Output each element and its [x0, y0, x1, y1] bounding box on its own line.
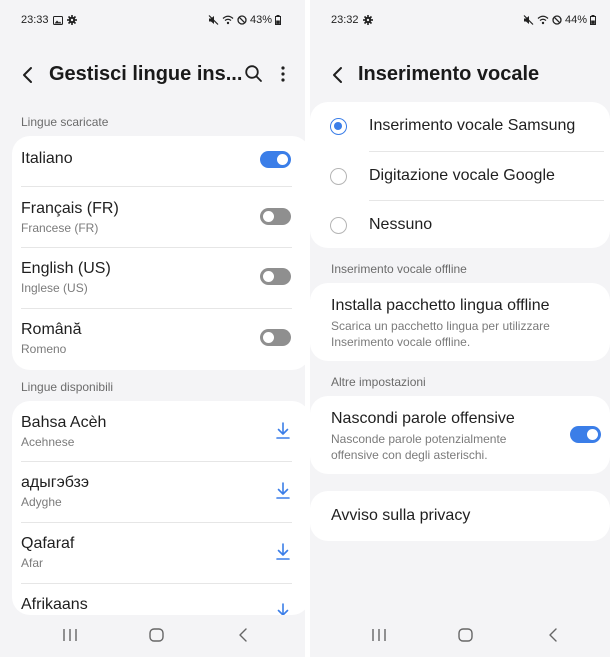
app-header: Inserimento vocale: [310, 55, 610, 95]
wifi-icon: [222, 15, 234, 25]
language-subtitle: Acehnese: [21, 435, 75, 449]
option-label: Digitazione vocale Google: [369, 167, 555, 184]
nav-back-icon[interactable]: [238, 628, 248, 647]
radio-button[interactable]: [330, 118, 347, 135]
page-title: Inserimento vocale: [358, 63, 540, 85]
language-name: Română: [21, 321, 82, 338]
more-options-icon[interactable]: [278, 64, 288, 89]
downloaded-languages-card: Italiano Français (FR) Francese (FR) Eng…: [12, 136, 305, 370]
language-toggle[interactable]: [260, 268, 291, 285]
status-time: 23:32: [331, 14, 359, 26]
section-other-settings: Altre impostazioni: [331, 375, 426, 389]
language-row-adyghe[interactable]: адыгэбзэ Adyghe: [12, 462, 305, 522]
gear-icon: [362, 15, 373, 25]
language-row-english[interactable]: English (US) Inglese (US): [12, 248, 305, 308]
recent-apps-icon[interactable]: [371, 628, 387, 647]
language-name: адыгэбзэ: [21, 474, 90, 491]
do-not-disturb-icon: [552, 15, 562, 25]
download-icon[interactable]: [276, 422, 290, 440]
back-arrow-icon[interactable]: [328, 64, 348, 86]
gallery-icon: [52, 15, 63, 25]
option-samsung-voice[interactable]: Inserimento vocale Samsung: [310, 102, 610, 152]
download-icon[interactable]: [276, 482, 290, 500]
back-arrow-icon[interactable]: [18, 64, 38, 86]
battery-level: 43%: [249, 14, 272, 26]
navigation-bar: [0, 618, 305, 654]
section-downloaded-languages: Lingue scaricate: [21, 115, 109, 129]
battery-level: 44%: [564, 14, 587, 26]
status-bar: 23:33 43%: [0, 0, 305, 40]
section-available-languages: Lingue disponibili: [21, 380, 114, 394]
offensive-words-card: Nascondi parole offensive Nasconde parol…: [310, 396, 610, 474]
gear-icon: [66, 15, 77, 25]
language-name: Bahsa Acèh: [21, 414, 107, 431]
item-title: Installa pacchetto lingua offline: [331, 297, 550, 314]
mute-icon: [523, 15, 534, 25]
language-row-italiano[interactable]: Italiano: [12, 136, 305, 186]
mute-icon: [208, 15, 219, 25]
navigation-bar: [310, 618, 610, 654]
voice-input-options-card: Inserimento vocale Samsung Digitazione v…: [310, 102, 610, 248]
status-bar: 23:32 44%: [310, 0, 610, 40]
language-name: Italiano: [21, 150, 73, 167]
language-subtitle: Afar: [21, 556, 44, 570]
download-icon[interactable]: [276, 543, 290, 561]
home-icon[interactable]: [149, 628, 164, 647]
status-icons: 43%: [208, 14, 281, 26]
install-offline-pack-item[interactable]: Installa pacchetto lingua offline Scaric…: [310, 283, 610, 361]
battery-icon: [275, 15, 281, 25]
status-time-group: 23:32: [331, 14, 373, 26]
language-row-romana[interactable]: Română Romeno: [12, 309, 305, 370]
radio-button[interactable]: [330, 217, 347, 234]
option-label: Nessuno: [369, 216, 433, 233]
wifi-icon: [537, 15, 549, 25]
language-name: Afrikaans: [21, 596, 88, 613]
home-icon[interactable]: [458, 628, 473, 647]
language-subtitle: Inglese (US): [21, 281, 88, 295]
status-icons: 44%: [523, 14, 596, 26]
language-row-francais[interactable]: Français (FR) Francese (FR): [12, 187, 305, 247]
option-none[interactable]: Nessuno: [310, 201, 610, 248]
status-time: 23:33: [21, 14, 49, 26]
item-description: Scarica un pacchetto lingua per utilizza…: [331, 319, 550, 349]
language-name: English (US): [21, 260, 111, 277]
item-title: Nascondi parole offensive: [331, 410, 515, 427]
offline-pack-card: Installa pacchetto lingua offline Scaric…: [310, 283, 610, 361]
offensive-words-toggle[interactable]: [570, 426, 601, 443]
download-icon[interactable]: [276, 603, 290, 615]
do-not-disturb-icon: [237, 15, 247, 25]
battery-icon: [590, 15, 596, 25]
app-header: Gestisci lingue ins...: [0, 55, 305, 95]
item-description: Nasconde parole potenzialmente offensive…: [331, 432, 507, 462]
status-time-group: 23:33: [21, 14, 77, 26]
language-toggle[interactable]: [260, 208, 291, 225]
privacy-notice-item[interactable]: Avviso sulla privacy: [310, 491, 610, 541]
page-title: Gestisci lingue ins...: [49, 63, 243, 85]
option-google-voice[interactable]: Digitazione vocale Google: [310, 152, 610, 201]
nav-back-icon[interactable]: [548, 628, 558, 647]
search-icon[interactable]: [244, 64, 263, 89]
language-toggle[interactable]: [260, 329, 291, 346]
language-subtitle: Romeno: [21, 342, 67, 356]
language-row-afar[interactable]: Qafaraf Afar: [12, 523, 305, 583]
section-offline-voice-input: Inserimento vocale offline: [331, 262, 467, 276]
privacy-card: Avviso sulla privacy: [310, 491, 610, 541]
language-row-afrikaans[interactable]: Afrikaans: [12, 584, 305, 615]
recent-apps-icon[interactable]: [62, 628, 78, 647]
language-subtitle: Adyghe: [21, 495, 62, 509]
available-languages-card: Bahsa Acèh Acehnese адыгэбзэ Adyghe Qafa…: [12, 401, 305, 615]
screen-voice-input: 23:32 44% Inserimento vocale Inserimento…: [310, 0, 610, 657]
hide-offensive-words-item[interactable]: Nascondi parole offensive Nasconde parol…: [310, 396, 610, 474]
language-row-bahsa-aceh[interactable]: Bahsa Acèh Acehnese: [12, 401, 305, 461]
option-label: Inserimento vocale Samsung: [369, 117, 576, 134]
item-title: Avviso sulla privacy: [331, 507, 471, 524]
language-subtitle: Francese (FR): [21, 221, 99, 235]
language-name: Qafaraf: [21, 535, 75, 552]
language-toggle[interactable]: [260, 151, 291, 168]
radio-button[interactable]: [330, 168, 347, 185]
language-name: Français (FR): [21, 200, 119, 217]
screen-manage-languages: 23:33 43% Gestisci lingue ins... Lingue …: [0, 0, 305, 657]
